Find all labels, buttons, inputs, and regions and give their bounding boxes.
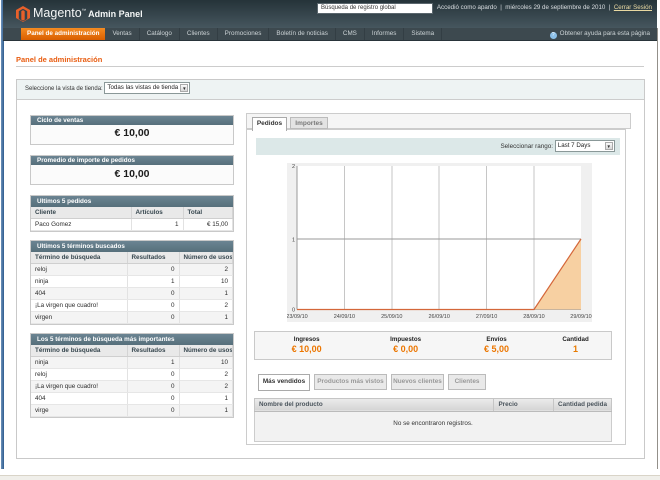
svg-text:25/09/10: 25/09/10 (381, 314, 402, 320)
svg-text:1: 1 (292, 238, 295, 244)
svg-text:26/09/10: 26/09/10 (428, 314, 449, 320)
svg-text:2: 2 (292, 164, 295, 170)
svg-text:24/09/10: 24/09/10 (334, 314, 355, 320)
svg-text:23/09/10: 23/09/10 (287, 314, 308, 320)
svg-text:29/09/10: 29/09/10 (570, 314, 591, 320)
svg-text:0: 0 (292, 308, 295, 314)
svg-text:27/09/10: 27/09/10 (476, 314, 497, 320)
svg-text:28/09/10: 28/09/10 (523, 314, 544, 320)
